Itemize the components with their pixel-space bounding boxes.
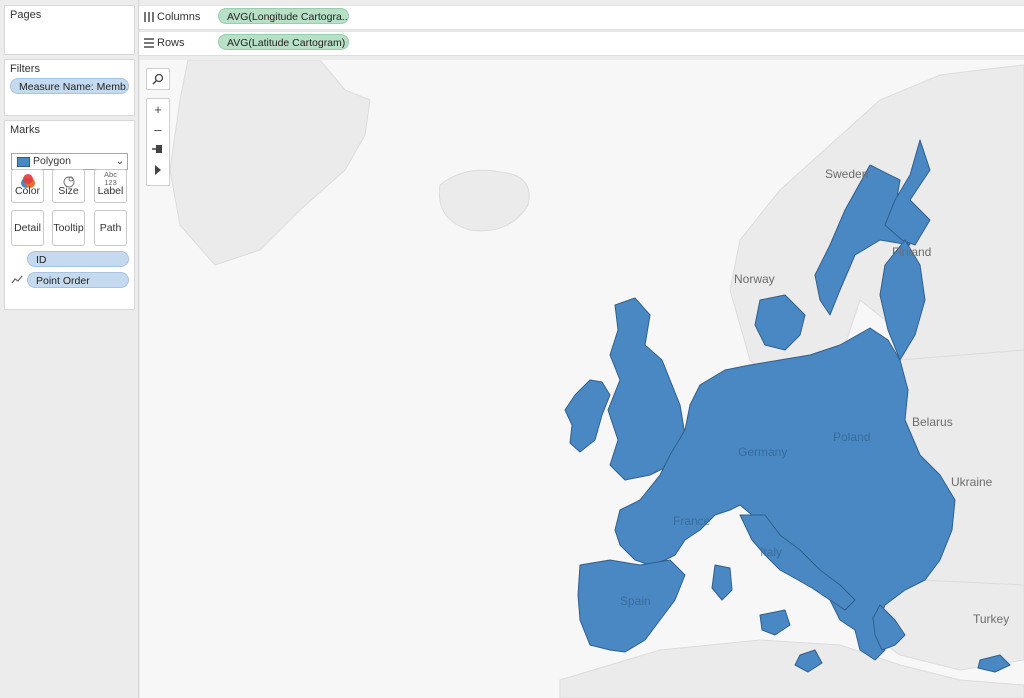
label-belarus: Belarus <box>912 415 953 429</box>
mark-type-value: Polygon <box>33 155 71 167</box>
rows-pill-latitude[interactable]: AVG(Latitude Cartogram) <box>218 34 349 50</box>
marks-title: Marks <box>10 124 40 136</box>
rows-shelf[interactable]: Rows AVG(Latitude Cartogram) <box>139 31 1024 56</box>
size-label: Size <box>58 185 79 197</box>
path-icon <box>11 275 23 284</box>
label-germany: Germany <box>738 445 787 459</box>
label-france: France <box>673 514 711 528</box>
marks-field-id[interactable]: ID <box>27 251 129 267</box>
tooltip-button[interactable]: Tooltip <box>52 210 85 246</box>
map-search-button[interactable] <box>146 68 170 90</box>
path-button[interactable]: Path <box>94 210 127 246</box>
mark-type-select[interactable]: Polygon ⌄ <box>11 153 128 170</box>
label-finland: Finland <box>892 245 931 259</box>
size-button[interactable]: Size <box>52 169 85 203</box>
map-canvas[interactable]: Sweden Finland Norway Belarus Ukraine Tu… <box>140 60 1024 698</box>
label-poland: Poland <box>833 430 870 444</box>
pages-card[interactable]: Pages <box>4 5 135 55</box>
polygon-icon <box>17 157 30 167</box>
color-button[interactable]: Color <box>11 169 44 203</box>
rows-icon <box>144 38 154 48</box>
filters-title: Filters <box>10 63 40 75</box>
detail-button[interactable]: Detail <box>11 210 44 246</box>
play-icon <box>155 165 161 175</box>
tooltip-label: Tooltip <box>53 222 84 234</box>
marks-card: Marks Polygon ⌄ Color Size Abc 123 Label <box>4 120 135 310</box>
label-italy: Italy <box>760 545 782 559</box>
pages-title: Pages <box>10 9 42 21</box>
zoom-out-button[interactable]: – <box>147 121 169 139</box>
label-ukraine: Ukraine <box>951 475 993 489</box>
label-label: Label <box>97 185 124 197</box>
rows-label-text: Rows <box>157 37 185 49</box>
columns-shelf-label: Columns <box>144 11 200 23</box>
columns-label-text: Columns <box>157 11 201 23</box>
label-norway: Norway <box>734 272 775 286</box>
sidebar: Pages Filters Measure Name: Memb.. Marks… <box>0 0 139 698</box>
map-view[interactable]: Sweden Finland Norway Belarus Ukraine Tu… <box>140 60 1024 698</box>
label-spain: Spain <box>620 594 651 608</box>
filters-card[interactable]: Filters Measure Name: Memb.. <box>4 59 135 116</box>
columns-pill-longitude[interactable]: AVG(Longitude Cartogra.. <box>218 8 349 24</box>
pin-icon <box>152 145 162 153</box>
marks-field-point-order[interactable]: Point Order <box>27 272 129 288</box>
color-label: Color <box>14 185 41 197</box>
detail-label: Detail <box>14 222 41 234</box>
expand-toolbar-button[interactable] <box>147 161 169 179</box>
polygon-ireland[interactable] <box>564 379 611 453</box>
search-icon <box>152 73 164 85</box>
path-label: Path <box>99 222 122 234</box>
columns-shelf[interactable]: Columns AVG(Longitude Cartogra.. <box>139 5 1024 30</box>
columns-icon <box>144 12 154 22</box>
minus-icon: – <box>154 122 162 137</box>
pin-button[interactable] <box>147 140 169 158</box>
polygon-sardinia[interactable] <box>711 564 733 601</box>
label-sweden: Sweden <box>825 167 868 181</box>
chevron-down-icon[interactable]: ⌄ <box>116 154 124 169</box>
zoom-in-button[interactable]: + <box>147 101 169 119</box>
label-turkey: Turkey <box>973 612 1009 626</box>
label-button[interactable]: Abc 123 Label <box>94 169 127 203</box>
iceland-land <box>438 169 530 232</box>
plus-icon: + <box>154 102 162 117</box>
greenland-land <box>169 60 371 266</box>
map-zoom-toolbar: + – <box>146 98 170 186</box>
filter-pill-measure-names[interactable]: Measure Name: Memb.. <box>10 78 129 94</box>
polygon-sicily[interactable] <box>759 609 791 636</box>
rows-shelf-label: Rows <box>144 37 185 49</box>
